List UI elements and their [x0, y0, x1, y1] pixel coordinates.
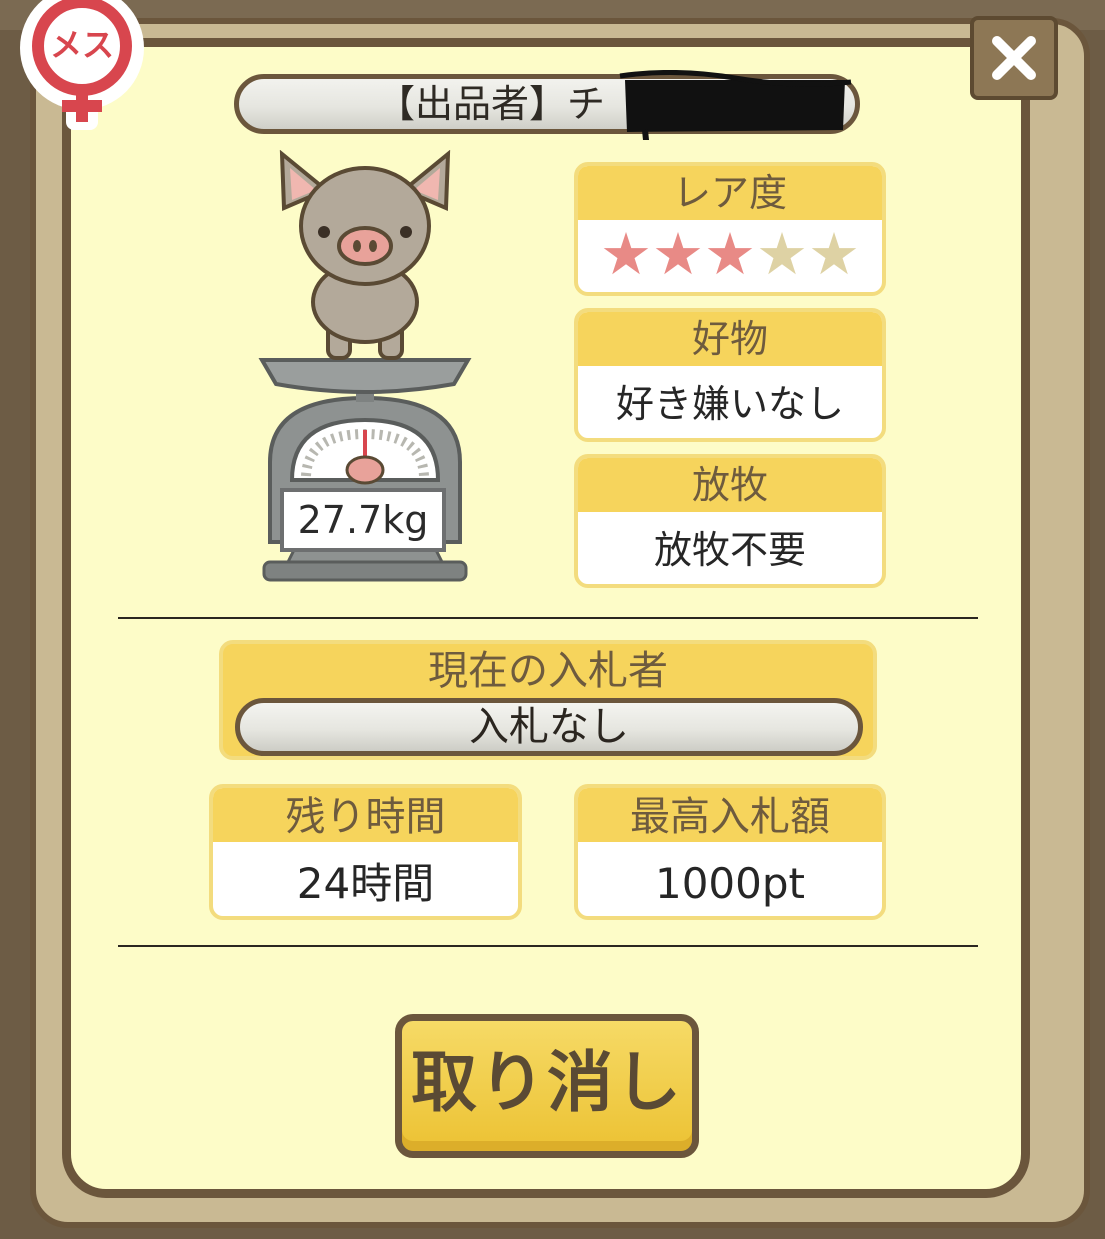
rarity-card: レア度 ★★★★★ — [574, 162, 886, 296]
divider-top — [118, 617, 978, 619]
close-button[interactable] — [970, 16, 1058, 100]
highest-bid-value: 1000pt — [654, 859, 805, 908]
star-empty-icon: ★ — [756, 220, 808, 288]
gender-label: メス — [49, 26, 114, 64]
favorite-food-card: 好物 好き嫌いなし — [574, 308, 886, 442]
rarity-stars: ★★★★★ — [578, 220, 882, 292]
highest-bid-card: 最高入札額 1000pt — [574, 784, 886, 920]
weight-value: 27.7kg — [297, 498, 429, 542]
star-filled-icon: ★ — [652, 220, 704, 288]
star-filled-icon: ★ — [704, 220, 756, 288]
divider-bottom — [118, 945, 978, 947]
favorite-title: 好物 — [578, 312, 882, 366]
rarity-title: レア度 — [578, 166, 882, 220]
grazing-value: 放牧不要 — [653, 528, 806, 572]
seller-label: 【出品者】チ — [377, 82, 606, 126]
grazing-card: 放牧 放牧不要 — [574, 454, 886, 588]
remaining-time-card: 残り時間 24時間 — [209, 784, 522, 920]
favorite-value: 好き嫌いなし — [615, 382, 844, 426]
remaining-time-value: 24時間 — [296, 859, 435, 908]
star-empty-icon: ★ — [808, 220, 860, 288]
cancel-listing-button[interactable]: 取り消し — [395, 1014, 699, 1158]
highest-bid-title: 最高入札額 — [578, 788, 882, 842]
cancel-button-label: 取り消し — [411, 1044, 683, 1121]
female-gender-icon: メス — [12, 0, 152, 130]
weight-display: 27.7kg — [280, 488, 446, 552]
redaction-scribble — [619, 70, 852, 140]
close-icon — [992, 36, 1036, 80]
remaining-time-title: 残り時間 — [213, 788, 518, 842]
grazing-title: 放牧 — [578, 458, 882, 512]
star-filled-icon: ★ — [600, 220, 652, 288]
current-bidder-value: 入札なし — [235, 698, 863, 756]
current-bidder-title: 現在の入札者 — [428, 648, 668, 694]
current-bidder-card: 現在の入札者 入札なし — [219, 640, 877, 760]
